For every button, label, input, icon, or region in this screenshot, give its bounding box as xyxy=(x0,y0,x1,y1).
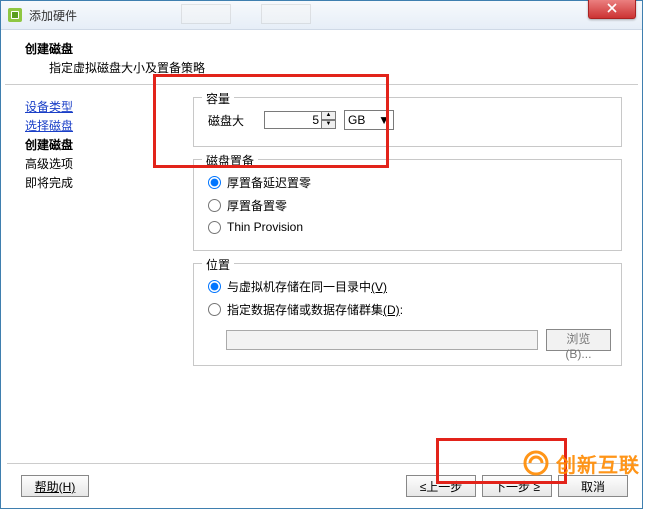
back-button[interactable]: ≤上一步 xyxy=(406,475,476,497)
spin-down[interactable]: ▼ xyxy=(321,120,336,129)
app-icon xyxy=(7,7,23,23)
provision-option-thin[interactable]: Thin Provision xyxy=(208,220,611,234)
radio-thin[interactable] xyxy=(208,221,221,234)
wizard-header: 创建磁盘 指定虚拟磁盘大小及置备策略 xyxy=(5,30,638,85)
step-select-disk[interactable]: 选择磁盘 xyxy=(25,118,175,134)
provision-option-thick-eager[interactable]: 厚置备置零 xyxy=(208,197,611,214)
step-finish: 即将完成 xyxy=(25,175,175,191)
provision-option-thick-lazy[interactable]: 厚置备延迟置零 xyxy=(208,174,611,191)
location-group: 位置 与虚拟机存储在同一目录中(V) 指定数据存储或数据存储群集(D): 浏览(… xyxy=(193,263,622,366)
next-button[interactable]: 下一步 ≥ xyxy=(482,475,552,497)
capacity-legend: 容量 xyxy=(202,90,234,107)
page-title: 创建磁盘 xyxy=(25,40,622,57)
radio-same-dir[interactable] xyxy=(208,280,221,293)
disabled-toolbar-button xyxy=(181,4,231,24)
size-unit-value: GB xyxy=(348,113,365,127)
location-legend: 位置 xyxy=(202,256,234,273)
spin-up[interactable]: ▲ xyxy=(321,111,336,120)
chevron-down-icon: ▼ xyxy=(378,113,390,127)
step-device-type[interactable]: 设备类型 xyxy=(25,99,175,115)
disk-size-label: 磁盘大 xyxy=(208,112,264,129)
location-option-same[interactable]: 与虚拟机存储在同一目录中(V) xyxy=(208,278,611,295)
cancel-button[interactable]: 取消 xyxy=(558,475,628,497)
location-option-datastore[interactable]: 指定数据存储或数据存储群集(D): xyxy=(208,301,611,318)
close-button[interactable] xyxy=(588,0,636,19)
step-advanced: 高级选项 xyxy=(25,156,175,172)
step-create-disk: 创建磁盘 xyxy=(25,137,175,153)
disabled-toolbar-button xyxy=(261,4,311,24)
disk-size-spinner[interactable]: ▲ ▼ xyxy=(321,111,336,129)
radio-thick-eager[interactable] xyxy=(208,199,221,212)
page-subtitle: 指定虚拟磁盘大小及置备策略 xyxy=(49,59,622,76)
radio-thick-lazy[interactable] xyxy=(208,176,221,189)
browse-button: 浏览(B)... xyxy=(546,329,611,351)
help-button[interactable]: 帮助(H) xyxy=(21,475,89,497)
capacity-group: 容量 磁盘大 ▲ ▼ GB ▼ xyxy=(193,97,622,147)
window-title: 添加硬件 xyxy=(29,7,77,24)
provision-group: 磁盘置备 厚置备延迟置零 厚置备置零 Thin Provision xyxy=(193,159,622,251)
footer: 帮助(H) ≤上一步 下一步 ≥ 取消 xyxy=(1,464,642,508)
size-unit-select[interactable]: GB ▼ xyxy=(344,110,394,130)
disk-size-input[interactable] xyxy=(264,111,322,129)
titlebar: 添加硬件 xyxy=(1,1,642,30)
wizard-steps: 设备类型 选择磁盘 创建磁盘 高级选项 即将完成 xyxy=(13,93,175,477)
radio-datastore[interactable] xyxy=(208,303,221,316)
datastore-path-input xyxy=(226,330,538,350)
provision-legend: 磁盘置备 xyxy=(202,152,258,169)
